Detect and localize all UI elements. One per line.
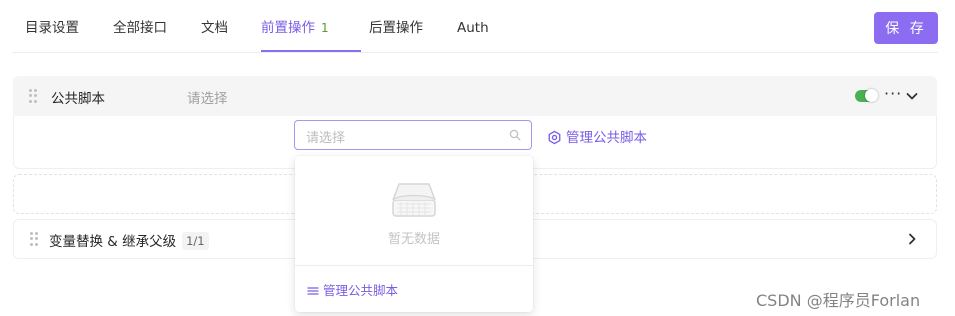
panel-title: 公共脚本 bbox=[51, 91, 105, 107]
menu-lines-icon bbox=[307, 287, 319, 295]
search-icon bbox=[509, 129, 521, 141]
empty-state-text: 暂无数据 bbox=[387, 232, 440, 247]
public-script-panel-header[interactable]: 公共脚本 请选择 ··· bbox=[13, 76, 937, 116]
tab-post-operations[interactable]: 后置操作 bbox=[369, 0, 423, 52]
tab-all-apis[interactable]: 全部接口 bbox=[113, 0, 167, 52]
tab-directory-settings[interactable]: 目录设置 bbox=[25, 0, 79, 52]
tab-bar: 目录设置 全部接口 文档 前置操作 1 后置操作 Auth bbox=[12, 0, 938, 53]
tab-auth[interactable]: Auth bbox=[457, 0, 489, 52]
script-select-input[interactable]: 请选择 bbox=[294, 120, 532, 150]
tab-pre-operations[interactable]: 前置操作 1 bbox=[261, 0, 329, 52]
select-dropdown: 暂无数据 管理公共脚本 bbox=[295, 156, 533, 312]
dropdown-manage-label: 管理公共脚本 bbox=[323, 283, 399, 298]
manage-link-label: 管理公共脚本 bbox=[566, 130, 647, 146]
select-placeholder: 请选择 bbox=[306, 131, 346, 146]
tab-label: 全部接口 bbox=[113, 20, 167, 36]
panel-title: 变量替换 & 继承父级 1/1 bbox=[49, 230, 209, 250]
chevron-down-icon[interactable] bbox=[904, 88, 920, 104]
dropdown-divider bbox=[295, 265, 533, 266]
enable-toggle[interactable] bbox=[855, 89, 878, 102]
chevron-right-icon[interactable] bbox=[904, 231, 920, 247]
hexagon-settings-icon bbox=[548, 130, 561, 145]
page: 目录设置 全部接口 文档 前置操作 1 后置操作 Auth 保 存 公共脚本 请选… bbox=[0, 0, 955, 316]
tab-docs[interactable]: 文档 bbox=[201, 0, 228, 52]
tab-label: Auth bbox=[457, 20, 489, 36]
tab-label: 后置操作 bbox=[369, 20, 423, 36]
count-badge: 1/1 bbox=[182, 232, 209, 250]
variable-panel-title: 变量替换 & 继承父级 bbox=[49, 234, 177, 250]
script-select-placeholder[interactable]: 请选择 bbox=[187, 87, 228, 107]
empty-box-icon bbox=[392, 183, 436, 217]
tab-count-badge: 1 bbox=[321, 21, 329, 35]
drag-handle-icon[interactable] bbox=[29, 89, 39, 103]
more-options-icon[interactable]: ··· bbox=[884, 84, 902, 103]
tab-label: 文档 bbox=[201, 20, 228, 36]
manage-public-scripts-link[interactable]: 管理公共脚本 bbox=[547, 126, 647, 146]
dropdown-manage-scripts-link[interactable]: 管理公共脚本 bbox=[307, 280, 398, 299]
save-button[interactable]: 保 存 bbox=[874, 12, 938, 44]
active-tab-indicator bbox=[261, 50, 361, 52]
watermark-text: CSDN @程序员Forlan bbox=[756, 291, 921, 310]
tab-label: 前置操作 bbox=[261, 20, 315, 36]
drag-handle-icon[interactable] bbox=[30, 232, 40, 246]
tab-label: 目录设置 bbox=[25, 20, 79, 36]
